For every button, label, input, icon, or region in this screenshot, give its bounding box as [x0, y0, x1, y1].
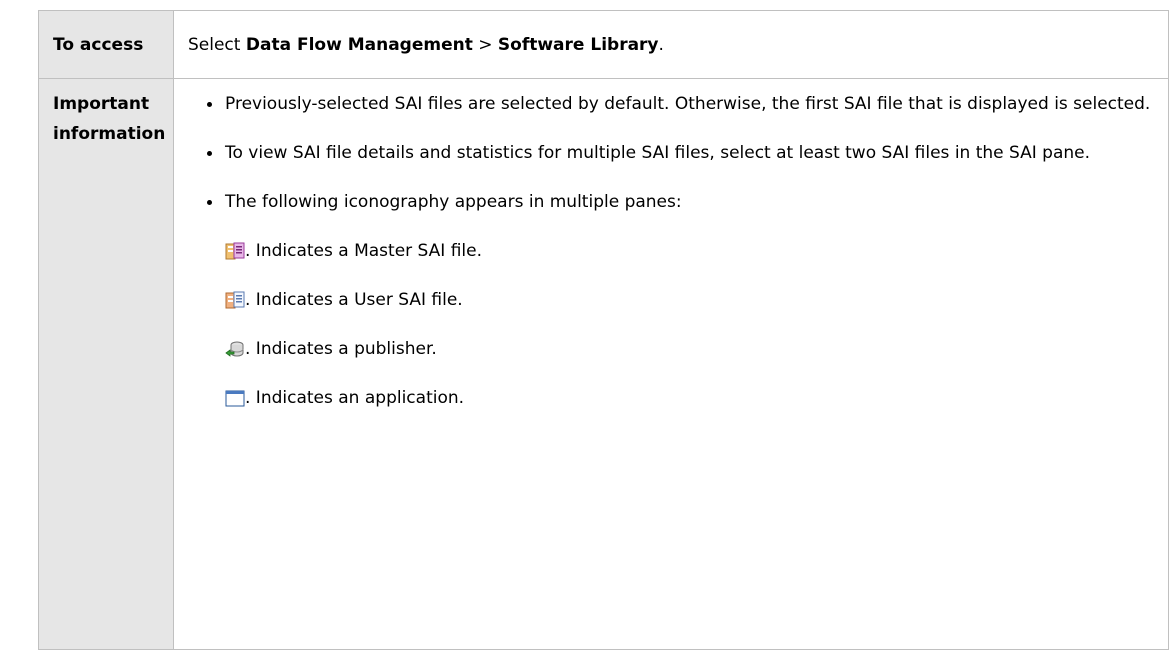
bullet-text: The following iconography appears in mul…: [225, 192, 682, 212]
icon-legend-text: . Indicates a Master SAI file.: [245, 241, 482, 261]
icon-legend-item: . Indicates an application.: [174, 383, 1168, 413]
bullet-text: To view SAI file details and statistics …: [225, 143, 1091, 163]
bullet-item: To view SAI file details and statistics …: [174, 138, 1168, 168]
access-header-cell: To access: [38, 10, 174, 79]
important-header-cell: Important information: [38, 78, 174, 650]
access-header: To access: [53, 35, 144, 55]
master-sai-file-icon: [225, 241, 245, 261]
important-row: Important information Previously-selecte…: [38, 78, 1169, 650]
icon-legend-text: . Indicates an application.: [245, 388, 465, 408]
icon-legend-text: . Indicates a User SAI file.: [245, 290, 463, 310]
bullet-dot-icon: [207, 200, 212, 205]
access-prefix: Select: [188, 35, 246, 55]
important-header-line2: information: [53, 124, 166, 144]
access-separator: >: [472, 35, 498, 55]
access-row: To access Select Data Flow Management > …: [38, 10, 1169, 79]
bullet-dot-icon: [207, 102, 212, 107]
access-content-cell: Select Data Flow Management > Software L…: [173, 10, 1169, 79]
important-header-line1: Important: [53, 94, 150, 114]
icon-legend-item: . Indicates a User SAI file.: [174, 285, 1168, 315]
bullet-text: Previously-selected SAI files are select…: [225, 94, 1151, 114]
icon-legend-item: . Indicates a Master SAI file.: [174, 236, 1168, 266]
important-content-cell: Previously-selected SAI files are select…: [173, 78, 1169, 650]
access-path-data-flow-management: Data Flow Management: [245, 35, 473, 55]
icon-legend-text: . Indicates a publisher.: [245, 339, 437, 359]
info-table: To access Select Data Flow Management > …: [38, 10, 1169, 650]
application-icon: [225, 388, 245, 408]
bullet-item: The following iconography appears in mul…: [174, 187, 1168, 217]
user-sai-file-icon: [225, 290, 245, 310]
publisher-icon: [225, 339, 245, 359]
bullet-dot-icon: [207, 151, 212, 156]
access-suffix: .: [658, 35, 664, 55]
icon-legend-item: . Indicates a publisher.: [174, 334, 1168, 364]
bullet-item: Previously-selected SAI files are select…: [174, 89, 1168, 119]
access-path-software-library: Software Library: [497, 35, 659, 55]
